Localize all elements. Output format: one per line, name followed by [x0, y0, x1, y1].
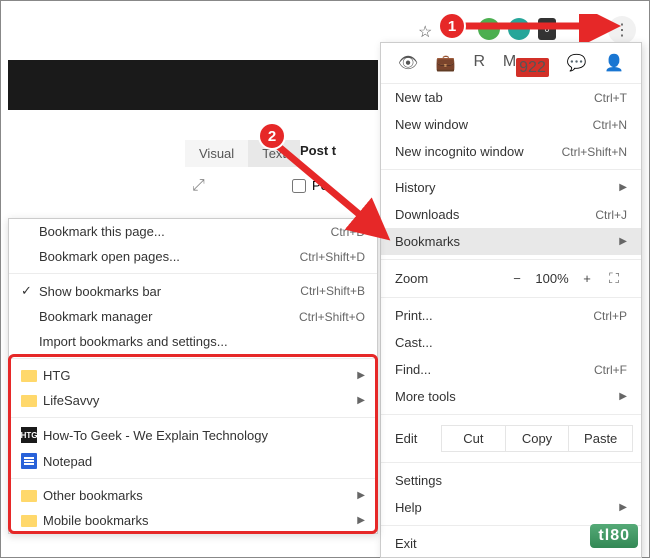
mail-badge: 922: [516, 58, 549, 77]
callout-2: 2: [258, 122, 286, 150]
menu-find[interactable]: Find... Ctrl+F: [381, 356, 641, 383]
chevron-right-icon: ▶: [619, 236, 627, 247]
copy-button[interactable]: Copy: [506, 425, 570, 452]
menu-help[interactable]: Help ▶: [381, 494, 641, 521]
menu-history[interactable]: History ▶: [381, 174, 641, 201]
chrome-menu-button[interactable]: ⋮: [608, 16, 636, 44]
extension-icon[interactable]: [508, 18, 530, 40]
po-checkbox[interactable]: [292, 179, 306, 193]
zoom-value: 100%: [531, 271, 573, 286]
eye-icon[interactable]: 👁: [398, 53, 418, 73]
menu-more-tools[interactable]: More tools ▶: [381, 383, 641, 410]
edit-label: Edit: [389, 431, 441, 446]
menu-new-incognito[interactable]: New incognito window Ctrl+Shift+N: [381, 138, 641, 165]
menu-icons-row: 👁 💼 R M922 💬 👤: [381, 43, 641, 84]
check-icon: ✓: [21, 283, 39, 299]
extension-icons-row: 0: [478, 18, 556, 40]
menu-cast[interactable]: Cast...: [381, 329, 641, 356]
menu-new-window[interactable]: New window Ctrl+N: [381, 111, 641, 138]
page-header-bar: [8, 60, 378, 110]
submenu-show-bookmarks-bar[interactable]: ✓ Show bookmarks bar Ctrl+Shift+B: [9, 278, 377, 304]
r-icon[interactable]: R: [474, 53, 486, 73]
menu-settings[interactable]: Settings: [381, 467, 641, 494]
chevron-right-icon: ▶: [619, 502, 627, 513]
bookmark-star-icon[interactable]: ☆: [418, 22, 432, 42]
chevron-right-icon: ▶: [619, 182, 627, 193]
menu-bookmarks[interactable]: Bookmarks ▶: [381, 228, 641, 255]
menu-zoom-row: Zoom − 100% + ⛶: [381, 264, 641, 293]
extension-icon[interactable]: 0: [538, 18, 556, 40]
checkbox-row: Po: [292, 178, 328, 193]
post-settings-label: Post t: [300, 143, 336, 158]
po-label: Po: [312, 178, 328, 193]
chevron-right-icon: ▶: [619, 391, 627, 402]
zoom-in-button[interactable]: +: [573, 271, 601, 286]
tab-visual[interactable]: Visual: [185, 140, 248, 167]
expand-icon[interactable]: ⤢: [192, 177, 205, 195]
menu-new-tab[interactable]: New tab Ctrl+T: [381, 84, 641, 111]
briefcase-icon[interactable]: 💼: [436, 53, 456, 73]
menu-downloads[interactable]: Downloads Ctrl+J: [381, 201, 641, 228]
submenu-bookmark-open-pages[interactable]: Bookmark open pages... Ctrl+Shift+D: [9, 244, 377, 269]
submenu-import-bookmarks[interactable]: Import bookmarks and settings...: [9, 329, 377, 354]
zoom-label: Zoom: [395, 271, 503, 286]
menu-edit-row: Edit Cut Copy Paste: [381, 419, 641, 458]
chat-icon[interactable]: 💬: [567, 53, 587, 73]
gmail-icon[interactable]: M922: [503, 53, 549, 73]
extension-icon[interactable]: [478, 18, 500, 40]
menu-print[interactable]: Print... Ctrl+P: [381, 302, 641, 329]
fullscreen-icon[interactable]: ⛶: [601, 270, 627, 287]
profile-icon[interactable]: 👤: [604, 53, 624, 73]
highlight-box: [8, 354, 378, 534]
submenu-bookmark-this-page[interactable]: Bookmark this page... Ctrl+D: [9, 219, 377, 244]
callout-1: 1: [438, 12, 466, 40]
watermark: tl80: [590, 524, 638, 548]
zoom-out-button[interactable]: −: [503, 271, 531, 286]
chrome-main-menu: 👁 💼 R M922 💬 👤 New tab Ctrl+T New window…: [380, 42, 642, 558]
submenu-bookmark-manager[interactable]: Bookmark manager Ctrl+Shift+O: [9, 304, 377, 329]
paste-button[interactable]: Paste: [569, 425, 633, 452]
cut-button[interactable]: Cut: [441, 425, 506, 452]
